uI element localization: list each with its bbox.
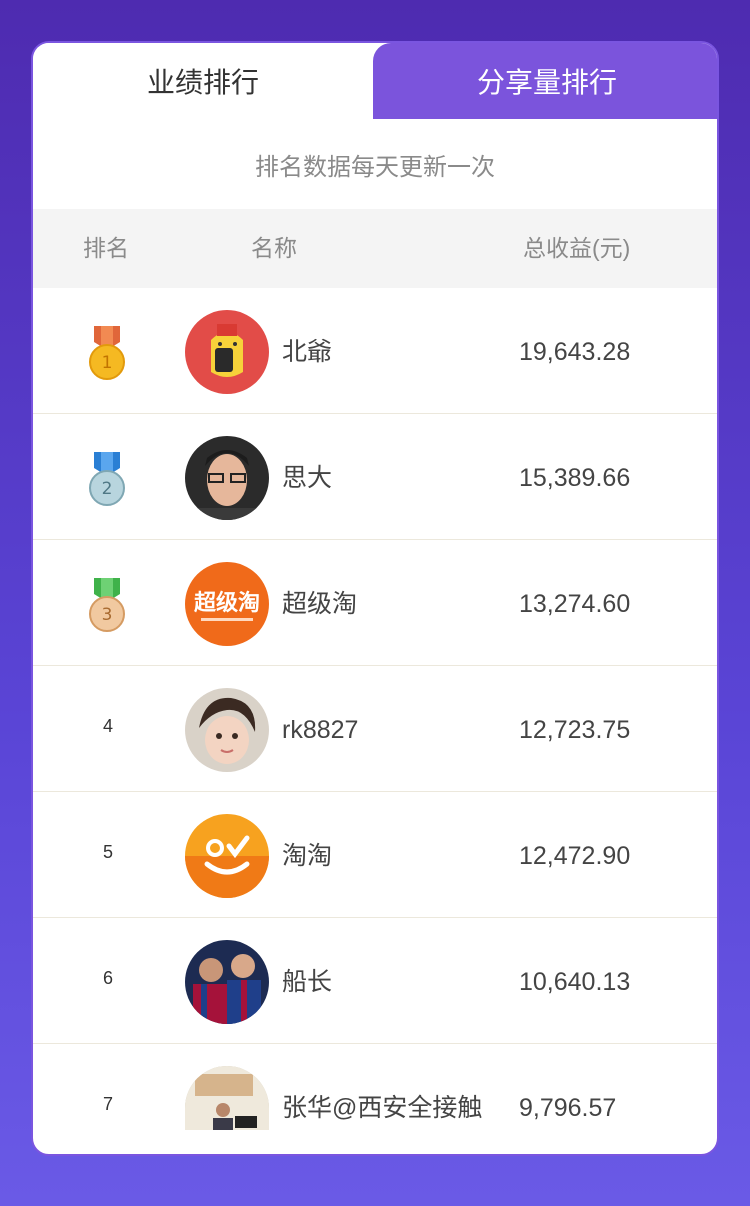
user-name: 超级淘 (282, 590, 358, 618)
avatar[interactable] (185, 688, 269, 772)
rank-number: 6 (102, 968, 113, 988)
child-photo-icon (199, 697, 256, 764)
tab-performance-label: 业绩排行 (146, 67, 259, 98)
table-row: 6 船长 10,640.13 (33, 918, 717, 1044)
header-name: 名称 (251, 235, 297, 261)
table-row: 5 淘淘 12,472.90 (33, 792, 717, 918)
tab-performance-ranking[interactable]: 业绩排行 (33, 43, 373, 119)
avatar[interactable] (185, 814, 269, 898)
total-income: 13,274.60 (519, 590, 631, 618)
avatar[interactable] (185, 1066, 269, 1130)
update-notice: 排名数据每天更新一次 (255, 153, 495, 181)
avatar[interactable] (185, 940, 269, 1024)
table-header: 排名 名称 总收益(元) (33, 209, 717, 288)
user-name: 北爺 (282, 338, 333, 366)
rank-number: 5 (102, 842, 113, 862)
medal-rank-label: 2 (102, 479, 113, 499)
medal-rank-label: 1 (102, 353, 113, 373)
rank-number: 7 (102, 1094, 113, 1114)
office-photo-icon (185, 1066, 269, 1130)
avatar[interactable] (185, 436, 269, 520)
user-name: 思大 (282, 464, 333, 492)
rank-number: 4 (102, 716, 113, 736)
football-photo-icon (193, 954, 261, 1024)
table-row: 7 张华@西安全接触 9,796.57 (33, 1044, 717, 1154)
header-rank: 排名 (83, 235, 129, 261)
tab-bar: 业绩排行 分享量排行 (33, 43, 717, 119)
table-row: 2 思大 15,389.66 (33, 414, 717, 540)
tab-share-ranking[interactable]: 分享量排行 (373, 43, 717, 119)
total-income: 12,472.90 (519, 842, 631, 870)
user-name: 淘淘 (282, 842, 333, 870)
logo-text: 超级淘 (194, 590, 260, 616)
mascot-icon (211, 324, 243, 377)
person-photo-icon (185, 450, 269, 520)
table-row: 1 北爺 19,643.28 (33, 288, 717, 414)
bronze-medal-icon: 3 (89, 578, 125, 632)
total-income: 12,723.75 (519, 716, 631, 744)
table-row: 4 rk8827 12,723.75 (33, 666, 717, 792)
user-name: 船长 (282, 968, 333, 996)
gold-medal-icon: 1 (89, 326, 125, 380)
medal-rank-label: 3 (102, 605, 113, 625)
total-income: 19,643.28 (519, 338, 631, 366)
total-income: 10,640.13 (519, 968, 631, 996)
total-income: 9,796.57 (519, 1094, 617, 1122)
header-income: 总收益(元) (523, 235, 631, 261)
user-name: 张华@西安全接触 (282, 1094, 483, 1122)
leaderboard-card: 业绩排行 分享量排行 排名数据每天更新一次 排名 名称 总收益(元) 1 北爺 … (31, 41, 719, 1156)
smile-logo-icon (185, 835, 269, 898)
silver-medal-icon: 2 (89, 452, 125, 506)
tab-share-label: 分享量排行 (476, 67, 617, 98)
user-name: rk8827 (282, 716, 359, 744)
avatar[interactable] (185, 310, 269, 394)
avatar[interactable]: 超级淘 (185, 562, 269, 646)
brand-logo-icon: 超级淘 (194, 590, 260, 621)
total-income: 15,389.66 (519, 464, 631, 492)
table-row: 3 超级淘 超级淘 13,274.60 (33, 540, 717, 666)
